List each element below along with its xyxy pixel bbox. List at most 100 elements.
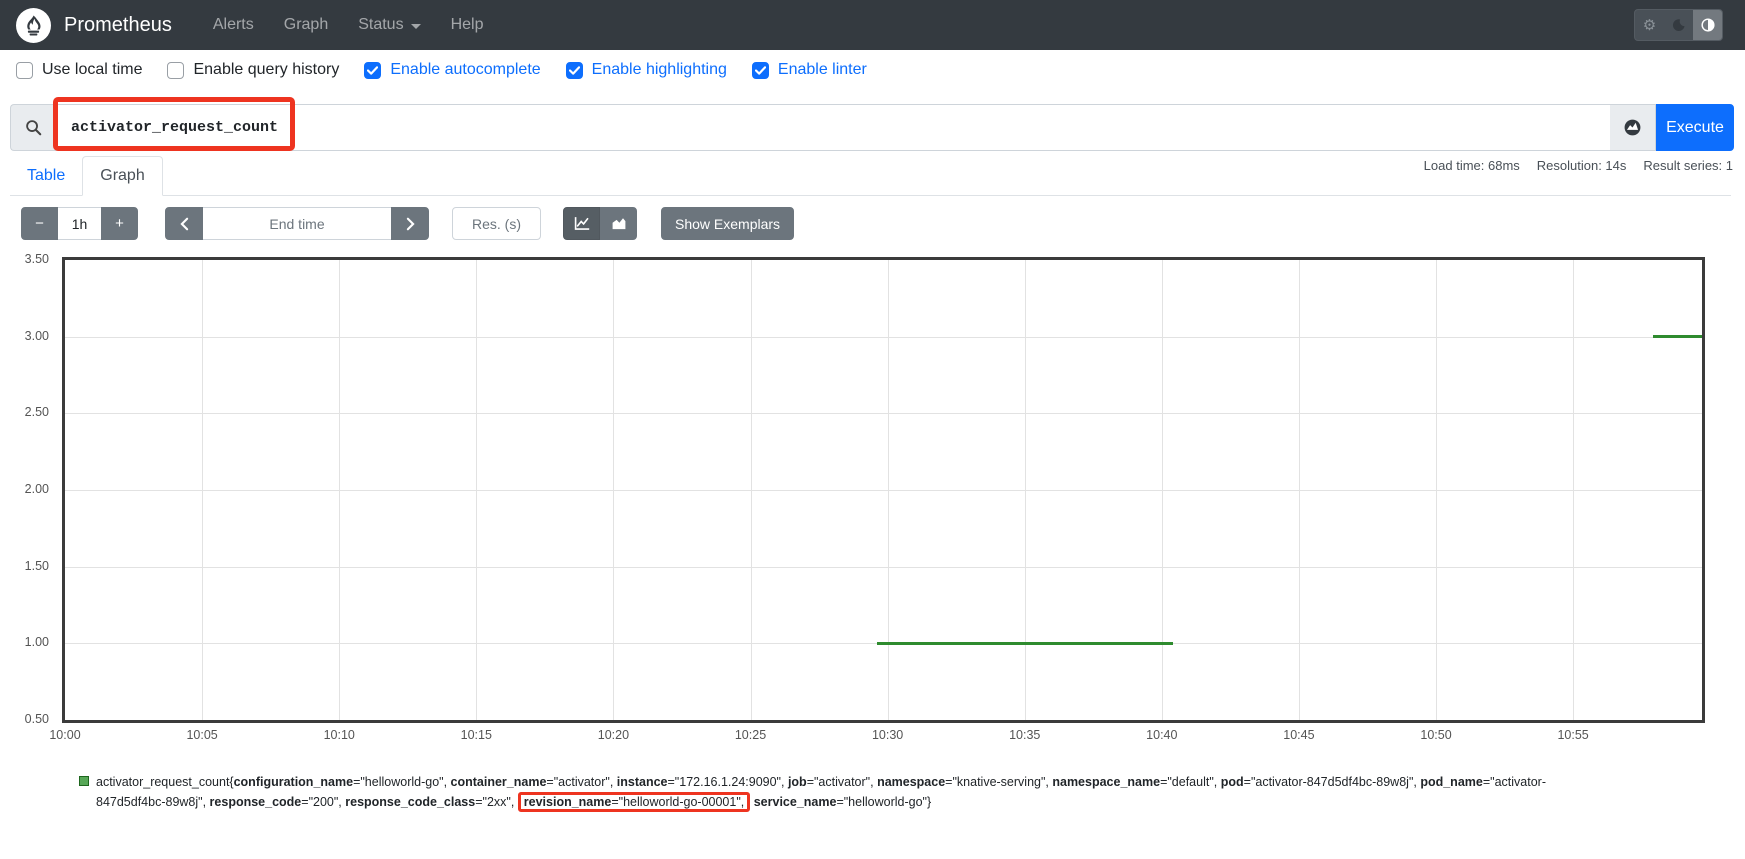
option-enable-autocomplete[interactable]: Enable autocomplete <box>364 61 540 79</box>
legend-text-part: ="activator-847d5df4bc-89w8j", <box>1244 775 1421 789</box>
range-group: − + <box>21 207 138 240</box>
navbar: Prometheus Alerts Graph Status Help ⚙ <box>0 0 1745 50</box>
plot-area[interactable] <box>65 260 1702 720</box>
legend-text-part: activator_request_count{ <box>96 775 234 789</box>
nav-item-help[interactable]: Help <box>436 8 499 42</box>
range-input[interactable] <box>58 207 101 240</box>
option-enable-highlighting[interactable]: Enable highlighting <box>566 61 727 79</box>
gear-icon[interactable]: ⚙ <box>1635 10 1664 40</box>
legend-text: activator_request_count{configuration_na… <box>96 772 1546 812</box>
legend-label-name: instance <box>617 775 668 789</box>
x-tick-label: 10:05 <box>172 728 232 742</box>
legend-swatch <box>79 776 89 786</box>
x-axis-labels: 10:0010:0510:1010:1510:2010:2510:3010:35… <box>65 728 1702 748</box>
y-axis-labels: 0.501.001.502.002.503.003.50 <box>0 260 55 720</box>
x-tick-label: 10:25 <box>721 728 781 742</box>
zoom-in-button[interactable]: + <box>101 207 138 240</box>
nav-item-graph[interactable]: Graph <box>269 8 343 42</box>
checkbox-enable-highlighting[interactable] <box>566 62 583 79</box>
y-gridline <box>65 567 1702 568</box>
execute-button[interactable]: Execute <box>1656 104 1734 151</box>
x-tick-label: 10:55 <box>1543 728 1603 742</box>
legend-label-name: container_name <box>451 775 547 789</box>
x-tick-label: 10:35 <box>995 728 1055 742</box>
brand-title[interactable]: Prometheus <box>64 14 172 37</box>
option-label: Enable highlighting <box>592 61 727 79</box>
nav-links: Alerts Graph Status Help <box>198 8 499 42</box>
theme-toggle-group: ⚙ <box>1634 9 1723 41</box>
nav-item-label: Alerts <box>213 16 254 34</box>
chevron-down-icon <box>411 24 421 29</box>
legend-label-name: configuration_name <box>234 775 353 789</box>
prometheus-logo-icon[interactable] <box>16 8 51 43</box>
option-enable-query-history[interactable]: Enable query history <box>167 61 339 79</box>
option-label: Enable query history <box>193 61 339 79</box>
y-tick-label: 2.00 <box>0 482 49 496</box>
legend-label-name: service_name <box>754 795 837 809</box>
x-tick-label: 10:00 <box>35 728 95 742</box>
stacked-chart-icon[interactable] <box>600 207 637 240</box>
checkbox-enable-linter[interactable] <box>752 62 769 79</box>
x-tick-label: 10:40 <box>1132 728 1192 742</box>
nav-item-alerts[interactable]: Alerts <box>198 8 269 42</box>
x-tick-label: 10:10 <box>309 728 369 742</box>
y-gridline <box>65 337 1702 338</box>
circle-half-icon[interactable] <box>1693 10 1722 40</box>
options-row: Use local time Enable query history Enable… <box>16 61 867 79</box>
y-gridline <box>65 413 1702 414</box>
nav-item-status[interactable]: Status <box>343 8 435 42</box>
legend-text-part: ="activator- <box>1483 775 1546 789</box>
y-tick-label: 1.50 <box>0 559 49 573</box>
legend-text-part: ="172.16.1.24:9090", <box>668 775 788 789</box>
legend-label-name: response_code_class <box>345 795 475 809</box>
chart-type-toggle <box>563 207 637 240</box>
y-tick-label: 3.00 <box>0 329 49 343</box>
graph-toolbar: − + Show Exemplars <box>21 207 794 240</box>
nav-item-label: Graph <box>284 16 328 34</box>
series-line-segment <box>1653 335 1702 338</box>
search-icon <box>10 104 56 151</box>
legend[interactable]: activator_request_count{configuration_na… <box>79 772 1546 812</box>
checkbox-use-local-time[interactable] <box>16 62 33 79</box>
legend-text-part: ="200", <box>301 795 345 809</box>
nav-item-label: Status <box>358 16 403 34</box>
y-tick-label: 0.50 <box>0 712 49 726</box>
show-exemplars-button[interactable]: Show Exemplars <box>661 207 794 240</box>
legend-label-name: pod_name <box>1420 775 1483 789</box>
tab-graph[interactable]: Graph <box>82 156 162 196</box>
legend-label-name: response_code <box>210 795 302 809</box>
x-tick-label: 10:45 <box>1269 728 1329 742</box>
legend-label-name: namespace <box>877 775 945 789</box>
checkbox-enable-query-history[interactable] <box>167 62 184 79</box>
query-bar: Execute <box>10 104 1734 151</box>
time-group <box>165 207 429 240</box>
moon-icon[interactable] <box>1664 10 1693 40</box>
nav-item-label: Help <box>451 16 484 34</box>
option-enable-linter[interactable]: Enable linter <box>752 61 867 79</box>
x-tick-label: 10:20 <box>583 728 643 742</box>
legend-label-name: namespace_name <box>1052 775 1160 789</box>
legend-text-part: ="default", <box>1160 775 1221 789</box>
option-label: Enable autocomplete <box>390 61 540 79</box>
legend-text-part: ="helloworld-go-00001", <box>611 795 744 809</box>
resolution-input[interactable] <box>452 207 541 240</box>
chart: 0.501.001.502.002.503.003.50 10:0010:051… <box>62 257 1705 723</box>
y-tick-label: 3.50 <box>0 252 49 266</box>
option-use-local-time[interactable]: Use local time <box>16 61 142 79</box>
line-chart-icon[interactable] <box>563 207 600 240</box>
checkbox-enable-autocomplete[interactable] <box>364 62 381 79</box>
end-time-input[interactable] <box>203 207 391 240</box>
tab-table[interactable]: Table <box>10 157 82 195</box>
legend-text-part: ="knative-serving", <box>945 775 1052 789</box>
option-label: Use local time <box>42 61 142 79</box>
option-label: Enable linter <box>778 61 867 79</box>
metrics-explorer-icon[interactable] <box>1610 104 1656 151</box>
series-line-segment <box>877 642 1173 645</box>
legend-text-part: ="2xx", <box>475 795 518 809</box>
legend-text-part: ="helloworld-go"} <box>836 795 931 809</box>
zoom-out-button[interactable]: − <box>21 207 58 240</box>
chevron-right-icon[interactable] <box>391 207 429 240</box>
query-input[interactable] <box>56 104 1610 151</box>
x-tick-label: 10:15 <box>446 728 506 742</box>
chevron-left-icon[interactable] <box>165 207 203 240</box>
